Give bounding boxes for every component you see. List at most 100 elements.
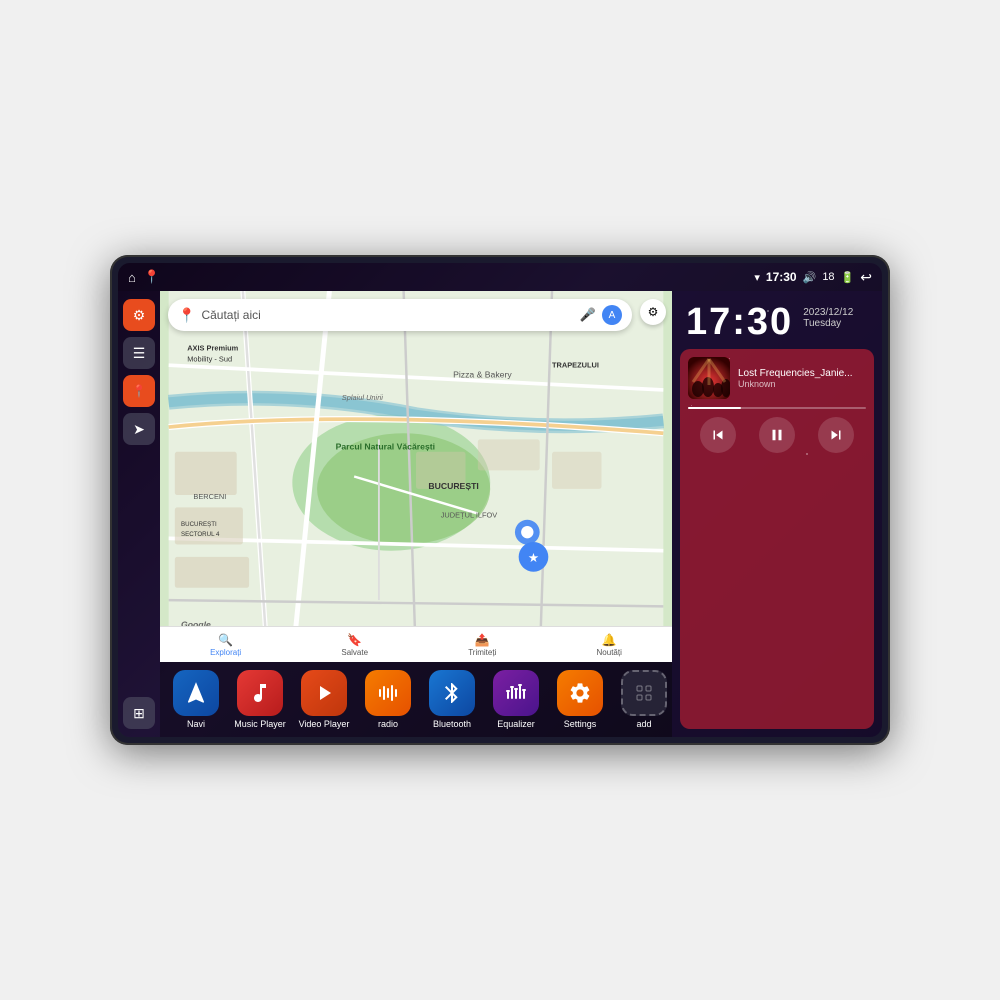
map-container[interactable]: ★ AXIS Premium Mobility - Sud Pizza & Ba…	[160, 291, 672, 662]
map-explore-btn[interactable]: 🔍 Explorați	[210, 633, 241, 657]
svg-text:Splaiul Unirii: Splaiul Unirii	[342, 393, 384, 402]
sidebar-settings-btn[interactable]: ⚙	[123, 299, 155, 331]
right-panel: 17:30 2023/12/12 Tuesday	[672, 291, 882, 737]
music-details: Lost Frequencies_Janie... Unknown	[738, 368, 866, 389]
sidebar-menu-btn[interactable]: ☰	[123, 337, 155, 369]
explore-label: Explorați	[210, 648, 241, 657]
video-player-icon	[301, 670, 347, 716]
grid-icon: ⊞	[133, 705, 145, 722]
map-news-btn[interactable]: 🔔 Noutăți	[597, 633, 622, 657]
map-background: ★ AXIS Premium Mobility - Sud Pizza & Ba…	[160, 291, 672, 662]
add-icon-box	[621, 670, 667, 716]
back-icon[interactable]: ↩	[860, 269, 872, 286]
battery-level: 18	[822, 271, 834, 283]
svg-text:Mobility - Sud: Mobility - Sud	[187, 354, 232, 363]
bluetooth-label: Bluetooth	[433, 719, 471, 729]
status-time: 17:30	[766, 270, 797, 284]
main-area: ⚙ ☰ 📍 ➤ ⊞	[118, 291, 882, 737]
music-player-label: Music Player	[234, 719, 286, 729]
app-video-player[interactable]: Video Player	[294, 670, 354, 729]
news-label: Noutăți	[597, 648, 622, 657]
wifi-icon: ▾	[754, 271, 760, 284]
sidebar: ⚙ ☰ 📍 ➤ ⊞	[118, 291, 160, 737]
device: ⌂ 📍 ▾ 17:30 🔊 18 🔋 ↩ ⚙ ☰	[110, 255, 890, 745]
equalizer-icon-box	[493, 670, 539, 716]
map-saved-btn[interactable]: 🔖 Salvate	[341, 633, 368, 657]
music-progress-fill	[688, 407, 741, 409]
sidebar-grid-btn[interactable]: ⊞	[123, 697, 155, 729]
music-controls	[688, 417, 866, 453]
map-svg: ★ AXIS Premium Mobility - Sud Pizza & Ba…	[160, 291, 672, 662]
video-player-label: Video Player	[299, 719, 350, 729]
svg-text:Pizza & Bakery: Pizza & Bakery	[453, 370, 512, 380]
music-next-btn[interactable]	[818, 417, 854, 453]
radio-icon-box	[365, 670, 411, 716]
settings-icon: ⚙	[648, 305, 659, 319]
svg-text:Parcul Natural Văcărești: Parcul Natural Văcărești	[336, 441, 435, 451]
status-right: ▾ 17:30 🔊 18 🔋 ↩	[754, 269, 872, 286]
sidebar-location-btn[interactable]: 📍	[123, 375, 155, 407]
app-equalizer[interactable]: Equalizer	[486, 670, 546, 729]
map-settings-btn[interactable]: ⚙	[640, 299, 666, 325]
svg-text:BERCENI: BERCENI	[193, 492, 226, 501]
music-progress-bar[interactable]	[688, 407, 866, 409]
map-share-btn[interactable]: 📤 Trimiteți	[468, 633, 496, 657]
equalizer-label: Equalizer	[497, 719, 535, 729]
svg-text:TRAPEZULUI: TRAPEZULUI	[552, 361, 599, 370]
battery-icon: 🔋	[841, 271, 855, 284]
share-icon: 📤	[475, 633, 490, 647]
saved-label: Salvate	[341, 648, 368, 657]
settings-icon-box	[557, 670, 603, 716]
music-player-icon	[237, 670, 283, 716]
clock-date: 2023/12/12 Tuesday	[803, 307, 853, 329]
clock-time: 17:30	[686, 303, 793, 341]
menu-icon: ☰	[133, 345, 146, 362]
gear-icon: ⚙	[133, 307, 146, 324]
svg-text:★: ★	[528, 551, 539, 565]
app-grid: Navi Music Player Video	[166, 670, 666, 729]
saved-icon: 🔖	[347, 633, 362, 647]
svg-text:AXIS Premium: AXIS Premium	[187, 343, 238, 352]
map-bottom-bar: 🔍 Explorați 🔖 Salvate 📤 Trimiteți	[160, 626, 672, 662]
center-area: ★ AXIS Premium Mobility - Sud Pizza & Ba…	[160, 291, 672, 737]
svg-text:BUCUREȘTI: BUCUREȘTI	[181, 521, 217, 528]
music-pause-btn[interactable]	[759, 417, 795, 453]
location-icon: 📍	[132, 384, 147, 398]
navi-icon	[173, 670, 219, 716]
settings-label: Settings	[564, 719, 597, 729]
app-navi[interactable]: Navi	[166, 670, 226, 729]
app-bluetooth[interactable]: Bluetooth	[422, 670, 482, 729]
navi-label: Navi	[187, 719, 205, 729]
home-icon[interactable]: ⌂	[128, 270, 136, 285]
svg-text:JUDEȚUL ILFOV: JUDEȚUL ILFOV	[441, 510, 498, 519]
radio-label: radio	[378, 719, 398, 729]
news-icon: 🔔	[602, 633, 617, 647]
app-settings[interactable]: Settings	[550, 670, 610, 729]
music-prev-btn[interactable]	[700, 417, 736, 453]
bluetooth-icon-box	[429, 670, 475, 716]
status-left: ⌂ 📍	[128, 269, 160, 285]
device-screen: ⌂ 📍 ▾ 17:30 🔊 18 🔋 ↩ ⚙ ☰	[118, 263, 882, 737]
clock-widget: 17:30 2023/12/12 Tuesday	[672, 291, 882, 349]
status-bar: ⌂ 📍 ▾ 17:30 🔊 18 🔋 ↩	[118, 263, 882, 291]
app-add[interactable]: add	[614, 670, 672, 729]
app-music-player[interactable]: Music Player	[230, 670, 290, 729]
add-label: add	[636, 719, 651, 729]
app-radio[interactable]: radio	[358, 670, 418, 729]
volume-icon: 🔊	[803, 271, 817, 284]
svg-text:BUCUREȘTI: BUCUREȘTI	[428, 481, 478, 491]
music-title: Lost Frequencies_Janie...	[738, 368, 866, 379]
map-pin-icon: 📍	[178, 307, 195, 324]
music-widget: Lost Frequencies_Janie... Unknown	[680, 349, 874, 729]
maps-icon[interactable]: 📍	[144, 269, 160, 285]
mic-icon[interactable]: 🎤	[580, 307, 596, 323]
profile-avatar[interactable]: A	[602, 305, 622, 325]
svg-text:SECTORUL 4: SECTORUL 4	[181, 531, 220, 538]
sidebar-nav-btn[interactable]: ➤	[123, 413, 155, 445]
app-grid-area: Navi Music Player Video	[160, 662, 672, 737]
clock-day: Tuesday	[803, 318, 853, 329]
map-search-bar[interactable]: 📍 Căutați aici 🎤 A	[168, 299, 632, 331]
music-artist: Unknown	[738, 379, 866, 389]
arrow-icon: ➤	[133, 421, 145, 438]
album-art	[688, 357, 730, 399]
